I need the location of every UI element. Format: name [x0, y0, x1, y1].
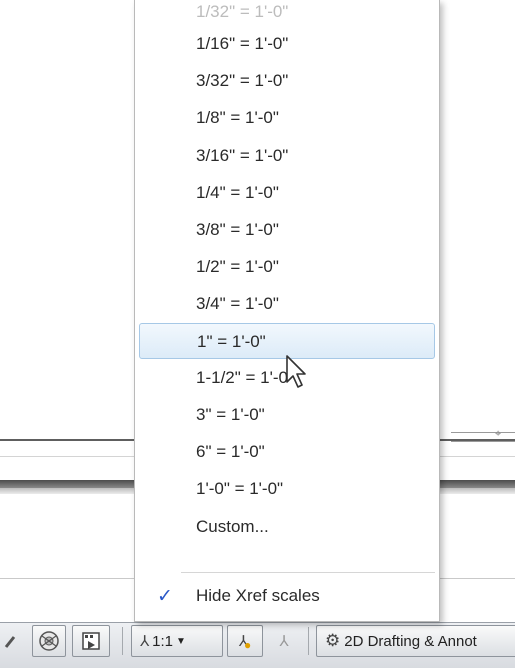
scale-option-1-8[interactable]: 1/8" = 1'-0"	[139, 100, 435, 136]
scale-option-1-4[interactable]: 1/4" = 1'-0"	[139, 175, 435, 211]
steering-wheel-icon[interactable]	[32, 625, 66, 657]
chevron-down-icon: ▼	[176, 635, 186, 647]
mouse-pointer-icon	[286, 355, 306, 388]
annotation-visibility-icon[interactable]: ⅄ ●	[227, 625, 263, 657]
scale-option-1-0[interactable]: 1'-0" = 1'-0"	[139, 471, 435, 507]
menu-separator	[181, 572, 435, 573]
workspace-gear-icon: ⚙	[325, 631, 341, 651]
zoom-icon[interactable]	[0, 625, 26, 657]
annotation-scale-icon: ⅄	[140, 632, 150, 650]
status-bar: ⅄ 1:1 ▼ ⅄ ● ⅄ ⚙ 2D Drafting & Annot	[0, 622, 515, 668]
annotation-scale-menu: 1/32" = 1'-0" 1/16" = 1'-0" 3/32" = 1'-0…	[134, 0, 440, 622]
workspace-label: 2D Drafting & Annot	[344, 632, 477, 650]
scale-option-3[interactable]: 3" = 1'-0"	[139, 397, 435, 433]
workspace-switch-button[interactable]: ⚙ 2D Drafting & Annot	[316, 625, 515, 657]
scale-option-1-16[interactable]: 1/16" = 1'-0"	[139, 26, 435, 62]
custom-scale-option[interactable]: Custom...	[139, 509, 435, 545]
scale-option-3-32[interactable]: 3/32" = 1'-0"	[139, 63, 435, 99]
annotation-scale-button[interactable]: ⅄ 1:1 ▼	[131, 625, 223, 657]
annotation-scale-label: 1:1	[152, 632, 174, 650]
status-separator	[308, 627, 309, 655]
scale-option-1-2[interactable]: 1/2" = 1'-0"	[139, 249, 435, 285]
scale-option-3-16[interactable]: 3/16" = 1'-0"	[139, 138, 435, 174]
drawing-edge	[451, 432, 515, 442]
status-separator	[122, 627, 123, 655]
hide-xref-scales-option[interactable]: ✓ Hide Xref scales	[139, 578, 435, 614]
scale-option-6[interactable]: 6" = 1'-0"	[139, 434, 435, 470]
checkmark-icon: ✓	[157, 585, 173, 607]
scale-option-3-4[interactable]: 3/4" = 1'-0"	[139, 286, 435, 322]
auto-scale-icon[interactable]: ⅄	[266, 625, 302, 657]
hide-xref-scales-label: Hide Xref scales	[196, 586, 320, 605]
show-motion-icon[interactable]	[72, 625, 110, 657]
scale-option-3-8[interactable]: 3/8" = 1'-0"	[139, 212, 435, 248]
grip-icon[interactable]: ⌖	[495, 427, 505, 441]
